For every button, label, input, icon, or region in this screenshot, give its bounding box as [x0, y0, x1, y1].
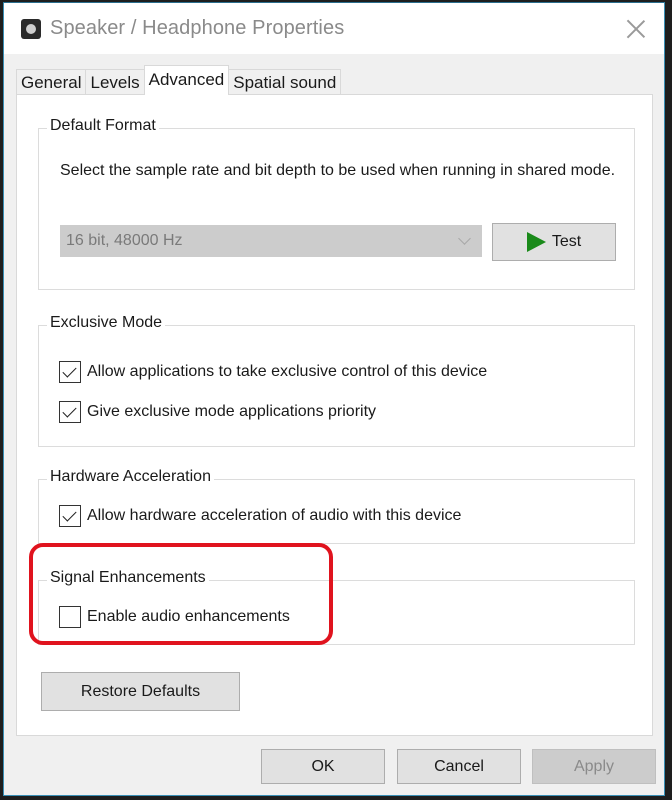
exclusive-priority-label: Give exclusive mode applications priorit… — [87, 403, 377, 420]
hardware-acceleration-group: Hardware Acceleration Allow hardware acc… — [38, 468, 635, 544]
exclusive-mode-label: Exclusive Mode — [47, 314, 166, 332]
tab-spatial-sound[interactable]: Spatial sound — [228, 69, 342, 95]
tab-bar: General Levels Advanced Spatial sound — [16, 65, 342, 95]
play-icon — [526, 232, 546, 252]
default-format-label: Default Format — [47, 117, 159, 135]
audio-enhancements-checkbox-row[interactable]: Enable audio enhancements — [59, 606, 290, 628]
sample-rate-value: 16 bit, 48000 Hz — [66, 232, 183, 249]
close-icon[interactable] — [622, 15, 650, 43]
hardware-acceleration-label: Hardware Acceleration — [47, 468, 214, 486]
tab-levels[interactable]: Levels — [85, 69, 145, 95]
hardware-acceleration-checkbox[interactable] — [59, 505, 81, 527]
exclusive-control-checkbox-row[interactable]: Allow applications to take exclusive con… — [59, 361, 487, 383]
exclusive-control-checkbox[interactable] — [59, 361, 81, 383]
exclusive-control-label: Allow applications to take exclusive con… — [87, 363, 488, 380]
default-format-group: Default Format Select the sample rate an… — [38, 117, 635, 290]
hardware-acceleration-checkbox-row[interactable]: Allow hardware acceleration of audio wit… — [59, 505, 461, 527]
default-format-description: Select the sample rate and bit depth to … — [60, 162, 616, 179]
speaker-icon — [21, 19, 41, 39]
exclusive-mode-group: Exclusive Mode Allow applications to tak… — [38, 314, 635, 447]
test-button[interactable]: Test — [492, 223, 616, 261]
window-title: Speaker / Headphone Properties — [50, 17, 345, 39]
chevron-down-icon — [458, 232, 471, 245]
exclusive-priority-checkbox-row[interactable]: Give exclusive mode applications priorit… — [59, 401, 376, 423]
restore-defaults-button[interactable]: Restore Defaults — [41, 672, 240, 711]
exclusive-priority-checkbox[interactable] — [59, 401, 81, 423]
tab-general[interactable]: General — [16, 69, 87, 95]
signal-enhancements-group: Signal Enhancements Enable audio enhance… — [38, 569, 635, 645]
hardware-acceleration-option-label: Allow hardware acceleration of audio wit… — [87, 507, 462, 524]
ok-button[interactable]: OK — [261, 749, 385, 784]
audio-enhancements-checkbox[interactable] — [59, 606, 81, 628]
test-button-label: Test — [551, 233, 582, 250]
tab-advanced[interactable]: Advanced — [143, 65, 230, 95]
properties-dialog: Speaker / Headphone Properties General L… — [3, 2, 665, 796]
audio-enhancements-label: Enable audio enhancements — [87, 608, 290, 625]
apply-button[interactable]: Apply — [532, 749, 656, 784]
cancel-button[interactable]: Cancel — [397, 749, 521, 784]
title-bar: Speaker / Headphone Properties — [4, 3, 664, 54]
signal-enhancements-label: Signal Enhancements — [47, 569, 209, 587]
sample-rate-select[interactable]: 16 bit, 48000 Hz — [60, 225, 482, 257]
advanced-tab-panel: Default Format Select the sample rate an… — [16, 94, 653, 736]
